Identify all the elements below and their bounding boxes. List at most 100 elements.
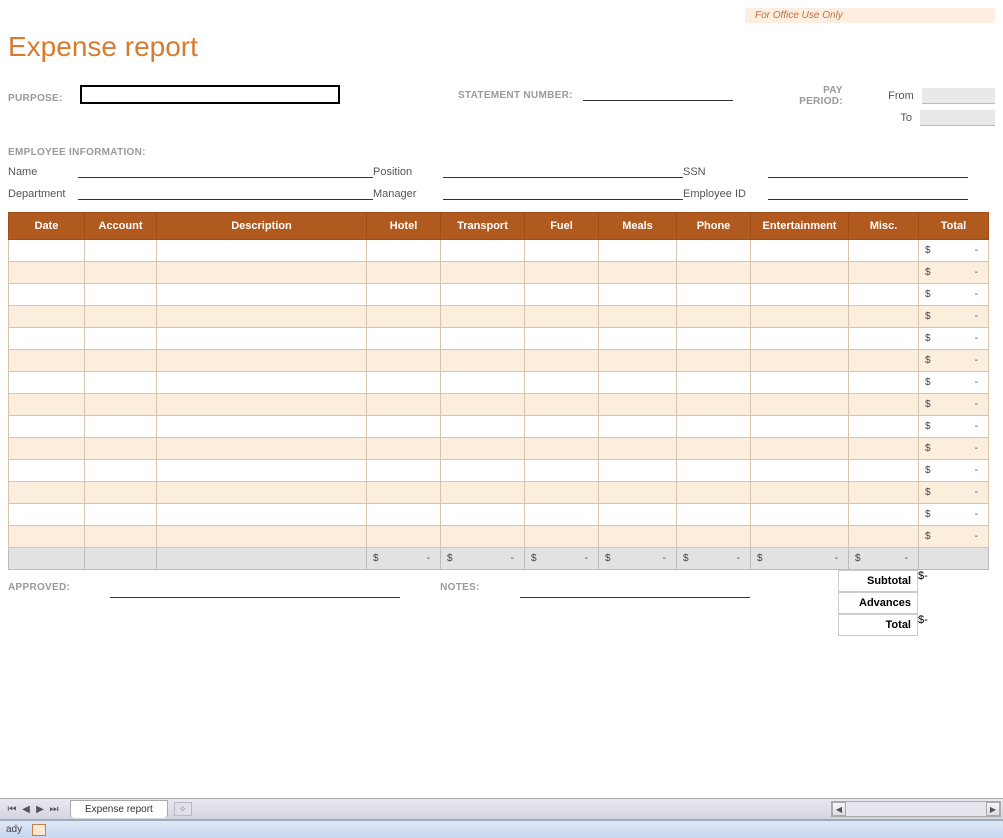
table-cell[interactable] — [9, 438, 85, 460]
table-cell[interactable] — [9, 306, 85, 328]
table-cell[interactable] — [367, 284, 441, 306]
table-cell[interactable] — [677, 350, 751, 372]
table-cell[interactable] — [157, 372, 367, 394]
table-cell[interactable] — [441, 306, 525, 328]
table-cell[interactable] — [441, 240, 525, 262]
table-cell[interactable] — [441, 526, 525, 548]
table-cell[interactable] — [599, 416, 677, 438]
ssn-input[interactable] — [768, 162, 968, 178]
table-cell[interactable] — [849, 482, 919, 504]
table-cell[interactable] — [367, 372, 441, 394]
table-cell[interactable] — [367, 504, 441, 526]
table-cell[interactable] — [9, 262, 85, 284]
table-cell[interactable] — [599, 460, 677, 482]
table-cell[interactable] — [677, 328, 751, 350]
table-cell[interactable] — [599, 306, 677, 328]
table-cell[interactable] — [9, 284, 85, 306]
table-cell[interactable] — [9, 416, 85, 438]
table-cell[interactable] — [677, 526, 751, 548]
scroll-left-icon[interactable]: ◀ — [832, 802, 846, 816]
table-cell[interactable] — [367, 438, 441, 460]
table-cell[interactable] — [157, 284, 367, 306]
table-cell[interactable] — [849, 438, 919, 460]
table-cell[interactable] — [441, 504, 525, 526]
table-cell[interactable] — [599, 284, 677, 306]
table-cell[interactable] — [157, 262, 367, 284]
table-cell[interactable] — [751, 416, 849, 438]
table-cell[interactable] — [849, 284, 919, 306]
table-cell[interactable] — [751, 526, 849, 548]
table-cell[interactable] — [85, 262, 157, 284]
table-cell[interactable] — [85, 240, 157, 262]
table-cell[interactable] — [525, 372, 599, 394]
table-cell[interactable] — [751, 438, 849, 460]
table-cell[interactable] — [367, 482, 441, 504]
from-input[interactable] — [922, 88, 995, 104]
table-cell[interactable] — [525, 328, 599, 350]
table-cell[interactable] — [599, 372, 677, 394]
table-cell[interactable] — [599, 240, 677, 262]
manager-input[interactable] — [443, 184, 683, 200]
table-cell[interactable] — [85, 372, 157, 394]
table-cell[interactable] — [525, 438, 599, 460]
table-cell[interactable] — [367, 394, 441, 416]
table-cell[interactable] — [599, 328, 677, 350]
table-cell[interactable] — [525, 526, 599, 548]
department-input[interactable] — [78, 184, 373, 200]
table-cell[interactable] — [849, 460, 919, 482]
add-sheet-icon[interactable]: ✧ — [174, 802, 192, 816]
table-cell[interactable] — [157, 350, 367, 372]
to-input[interactable] — [920, 110, 995, 126]
table-cell[interactable] — [751, 328, 849, 350]
table-cell[interactable] — [9, 482, 85, 504]
table-cell[interactable] — [677, 504, 751, 526]
table-cell[interactable] — [525, 284, 599, 306]
table-cell[interactable] — [751, 306, 849, 328]
table-cell[interactable] — [367, 460, 441, 482]
table-cell[interactable] — [441, 328, 525, 350]
table-cell[interactable] — [525, 416, 599, 438]
table-cell[interactable] — [157, 438, 367, 460]
table-cell[interactable] — [441, 350, 525, 372]
employee-id-input[interactable] — [768, 184, 968, 200]
name-input[interactable] — [78, 162, 373, 178]
table-cell[interactable] — [751, 262, 849, 284]
table-cell[interactable] — [367, 262, 441, 284]
nav-first-icon[interactable]: ⏮ — [6, 802, 18, 816]
table-cell[interactable] — [157, 504, 367, 526]
table-cell[interactable] — [599, 482, 677, 504]
table-cell[interactable] — [525, 394, 599, 416]
table-cell[interactable] — [677, 284, 751, 306]
nav-last-icon[interactable]: ⏭ — [48, 802, 60, 816]
nav-next-icon[interactable]: ▶ — [34, 802, 46, 816]
table-cell[interactable] — [849, 394, 919, 416]
table-cell[interactable] — [9, 350, 85, 372]
table-cell[interactable] — [751, 482, 849, 504]
table-cell[interactable] — [599, 350, 677, 372]
table-cell[interactable] — [9, 504, 85, 526]
table-cell[interactable] — [525, 306, 599, 328]
table-cell[interactable] — [85, 504, 157, 526]
table-cell[interactable] — [677, 306, 751, 328]
position-input[interactable] — [443, 162, 683, 178]
table-cell[interactable] — [849, 328, 919, 350]
table-cell[interactable] — [849, 262, 919, 284]
table-cell[interactable] — [157, 460, 367, 482]
table-cell[interactable] — [157, 526, 367, 548]
table-cell[interactable] — [441, 394, 525, 416]
scroll-right-icon[interactable]: ▶ — [986, 802, 1000, 816]
table-cell[interactable] — [441, 372, 525, 394]
table-cell[interactable] — [525, 350, 599, 372]
table-cell[interactable] — [599, 394, 677, 416]
table-cell[interactable] — [367, 416, 441, 438]
table-cell[interactable] — [9, 460, 85, 482]
table-cell[interactable] — [157, 306, 367, 328]
advances-value[interactable] — [918, 592, 988, 614]
table-cell[interactable] — [599, 504, 677, 526]
table-cell[interactable] — [85, 284, 157, 306]
table-cell[interactable] — [85, 482, 157, 504]
table-cell[interactable] — [751, 460, 849, 482]
table-cell[interactable] — [9, 328, 85, 350]
nav-prev-icon[interactable]: ◀ — [20, 802, 32, 816]
table-cell[interactable] — [599, 526, 677, 548]
